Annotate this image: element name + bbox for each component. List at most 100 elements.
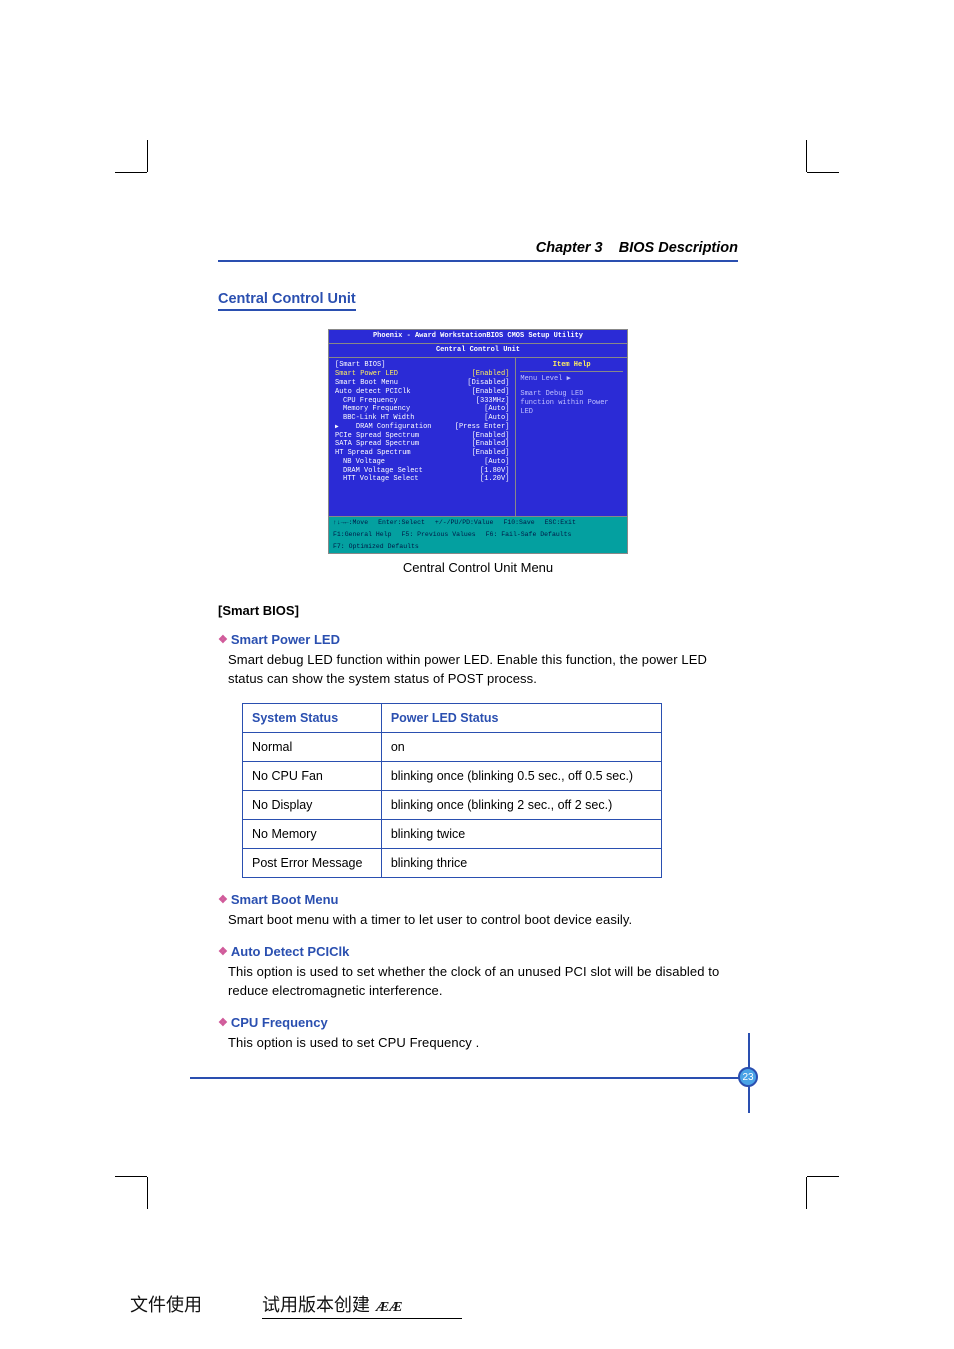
bios-footer-key: ↑↓→←:Move xyxy=(333,519,368,527)
table-cell: on xyxy=(381,733,661,762)
section-label: [Smart BIOS] xyxy=(218,603,738,618)
item-title: Smart Power LED xyxy=(231,632,340,647)
footer: 文件使用 试用版本创建 ÆÆ xyxy=(130,1291,824,1319)
bios-body: [Smart BIOS] Smart Power LED[Enabled]Sma… xyxy=(328,358,628,518)
bios-setting-label: DRAM Voltage Select xyxy=(335,467,423,476)
bios-setting-row: HTT Voltage Select [1.20V] xyxy=(335,475,509,484)
bios-setting-value: [Auto] xyxy=(484,405,509,414)
item-title: CPU Frequency xyxy=(231,1015,328,1030)
table-cell: No Memory xyxy=(243,820,382,849)
bios-help-line-3: LED xyxy=(520,408,623,417)
bios-help-line-2: function within Power xyxy=(520,399,623,408)
bios-setting-value: [Disabled] xyxy=(467,379,509,388)
page-number-badge: 23 xyxy=(710,1059,770,1119)
table-cell: Post Error Message xyxy=(243,849,382,878)
bios-setting-value: [Enabled] xyxy=(472,440,510,449)
bios-setting-value: [Enabled] xyxy=(472,370,510,379)
bios-setting-value: [Enabled] xyxy=(472,449,510,458)
chapter-header: Chapter 3 BIOS Description xyxy=(218,240,738,262)
bios-setting-label: Memory Frequency xyxy=(335,405,410,414)
chapter-title: BIOS Description xyxy=(619,240,738,256)
footer-brand: ÆÆ xyxy=(376,1300,402,1316)
table-cell: No CPU Fan xyxy=(243,762,382,791)
bios-setting-value: [Enabled] xyxy=(472,388,510,397)
bios-footer-key: F10:Save xyxy=(503,519,534,527)
table-cell: blinking once (blinking 2 sec., off 2 se… xyxy=(381,791,661,820)
bios-setting-label: DRAM Configuration xyxy=(356,423,432,432)
bios-setting-row: DRAM Configuration [Press Enter] xyxy=(335,423,509,432)
bios-title-1: Phoenix - Award WorkstationBIOS CMOS Set… xyxy=(328,329,628,344)
bios-setting-label: HTT Voltage Select xyxy=(335,475,419,484)
bios-help-line-1: Smart Debug LED xyxy=(520,390,623,399)
bios-setting-row: Smart Power LED [Enabled] xyxy=(335,370,509,379)
bios-setting-label: Auto detect PCIClk xyxy=(335,388,411,397)
bios-footer-key: Enter:Select xyxy=(378,519,425,527)
bios-setting-value: [1.20V] xyxy=(480,475,509,484)
table-header-power-led-status: Power LED Status xyxy=(381,704,661,733)
bios-menu-level: Menu Level ▶ xyxy=(520,375,623,384)
footer-left: 文件使用 xyxy=(130,1291,202,1317)
section-heading: Central Control Unit xyxy=(218,291,356,311)
bios-footer-key: ESC:Exit xyxy=(545,519,576,527)
diamond-icon: ❖ xyxy=(218,1017,228,1029)
item-head-smart-power-led: ❖Smart Power LED xyxy=(218,632,738,647)
bios-setting-row: BBC-Link HT Width[Auto] xyxy=(335,414,509,423)
bios-footer-key: F5: Previous Values xyxy=(402,531,476,539)
bios-help-pane: Item Help Menu Level ▶ Smart Debug LED f… xyxy=(515,358,627,517)
bios-setting-label: PCIe Spread Spectrum xyxy=(335,432,419,441)
bios-setting-label: NB Voltage xyxy=(335,458,385,467)
item-head-auto-detect-pciclk: ❖Auto Detect PCIClk xyxy=(218,944,738,959)
bios-footer-keys: ↑↓→←:MoveEnter:Select+/-/PU/PD:ValueF10:… xyxy=(328,517,628,554)
bios-setting-row: Memory Frequency [Auto] xyxy=(335,405,509,414)
bios-setting-label: HT Spread Spectrum xyxy=(335,449,411,458)
bios-help-header: Item Help xyxy=(520,361,623,373)
table-header-system-status: System Status xyxy=(243,704,382,733)
bios-setting-label: Smart Power LED xyxy=(335,370,398,379)
item-head-cpu-frequency: ❖CPU Frequency xyxy=(218,1015,738,1030)
bios-footer-key: F1:General Help xyxy=(333,531,392,539)
bios-setting-value: [1.80V] xyxy=(480,467,509,476)
item-body-smart-boot-menu: Smart boot menu with a timer to let user… xyxy=(228,911,738,930)
bios-setting-label: SATA Spread Spectrum xyxy=(335,440,419,449)
bios-setting-row: DRAM Voltage Select [1.80V] xyxy=(335,467,509,476)
bios-setting-label: Smart Boot Menu xyxy=(335,379,398,388)
bios-setting-value: [Auto] xyxy=(484,458,509,467)
diamond-icon: ❖ xyxy=(218,634,228,646)
bios-setting-row: PCIe Spread Spectrum[Enabled] xyxy=(335,432,509,441)
content-area: Chapter 3 BIOS Description Central Contr… xyxy=(218,240,738,1056)
bios-setting-row: Auto detect PCIClk [Enabled] xyxy=(335,388,509,397)
item-body-smart-power-led: Smart debug LED function within power LE… xyxy=(228,651,738,689)
page-number: 23 xyxy=(738,1067,758,1087)
bios-setting-row: SATA Spread Spectrum [Enabled] xyxy=(335,440,509,449)
table-row: Post Error Messageblinking thrice xyxy=(243,849,662,878)
bios-title-2: Central Control Unit xyxy=(328,344,628,358)
table-cell: blinking thrice xyxy=(381,849,661,878)
bios-setting-row: CPU Frequency[333MHz] xyxy=(335,397,509,406)
bios-setting-value: [333MHz] xyxy=(476,397,510,406)
power-led-status-table: System Status Power LED Status NormalonN… xyxy=(242,703,662,878)
chapter-number: Chapter 3 xyxy=(536,240,603,256)
bios-setting-value: [Press Enter] xyxy=(455,423,510,432)
table-row: No Memoryblinking twice xyxy=(243,820,662,849)
footer-mid: 试用版本创建 xyxy=(262,1291,370,1317)
diamond-icon: ❖ xyxy=(218,894,228,906)
item-body-auto-detect-pciclk: This option is used to set whether the c… xyxy=(228,963,738,1001)
bios-footer-key: F7: Optimized Defaults xyxy=(333,543,419,551)
bios-group-label: [Smart BIOS] xyxy=(335,361,509,370)
bios-caption: Central Control Unit Menu xyxy=(218,560,738,575)
item-body-cpu-frequency: This option is used to set CPU Frequency… xyxy=(228,1034,738,1053)
diamond-icon: ❖ xyxy=(218,946,228,958)
item-head-smart-boot-menu: ❖Smart Boot Menu xyxy=(218,892,738,907)
table-cell: Normal xyxy=(243,733,382,762)
bios-setting-row: Smart Boot Menu [Disabled] xyxy=(335,379,509,388)
bios-footer-key: F6: Fail-Safe Defaults xyxy=(486,531,572,539)
item-title: Smart Boot Menu xyxy=(231,892,339,907)
bios-settings-pane: [Smart BIOS] Smart Power LED[Enabled]Sma… xyxy=(329,358,515,517)
bios-setting-value: [Auto] xyxy=(484,414,509,423)
table-row: No CPU Fanblinking once (blinking 0.5 se… xyxy=(243,762,662,791)
page: Chapter 3 BIOS Description Central Contr… xyxy=(0,0,954,1349)
table-row: No Displayblinking once (blinking 2 sec.… xyxy=(243,791,662,820)
bios-setting-row: HT Spread Spectrum [Enabled] xyxy=(335,449,509,458)
table-cell: No Display xyxy=(243,791,382,820)
item-title: Auto Detect PCIClk xyxy=(231,944,349,959)
